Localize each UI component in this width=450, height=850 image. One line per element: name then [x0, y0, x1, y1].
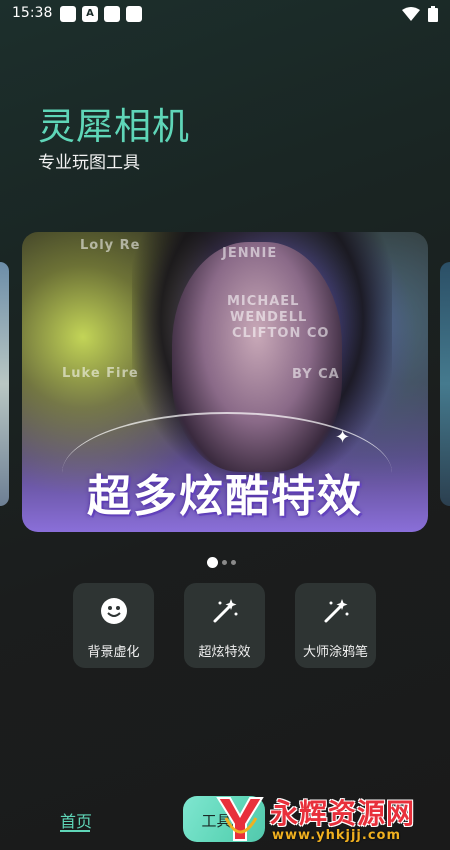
pagination-dot[interactable]: [222, 560, 227, 565]
watermark-title: 永辉资源网: [270, 797, 416, 830]
feature-master-doodle[interactable]: 大师涂鸦笔: [295, 583, 376, 668]
status-left-icons: A: [60, 6, 142, 22]
watermark: 永辉资源网 www.yhkjjj.com: [212, 790, 444, 848]
banner-overlay-text: CLIFTON CO: [232, 326, 330, 341]
feature-label: 大师涂鸦笔: [302, 645, 368, 660]
status-time: 15:38: [12, 5, 53, 21]
watermark-url: www.yhkjjj.com: [272, 828, 402, 843]
magic-wand-icon: [213, 599, 238, 623]
banner-overlay-text: Luke Fire: [62, 366, 139, 381]
pagination-dot-active[interactable]: [207, 557, 218, 568]
status-right-icons: [402, 6, 438, 22]
feature-background-blur[interactable]: 背景虚化: [73, 583, 154, 668]
feature-label: 背景虚化: [87, 645, 140, 660]
notification-icon: [104, 6, 120, 22]
smiley-face-icon: [101, 598, 127, 624]
battery-icon: [428, 6, 438, 22]
magic-wand-icon: [324, 599, 349, 623]
status-bar: 15:38 A: [0, 0, 450, 30]
watermark-logo-icon: [216, 797, 264, 841]
feature-cool-effects[interactable]: 超炫特效: [184, 583, 265, 668]
carousel-pagination: [207, 557, 236, 568]
carousel-next-card[interactable]: [440, 262, 450, 506]
font-icon: A: [82, 6, 98, 22]
app-title: 灵犀相机: [38, 105, 190, 148]
feature-grid: 背景虚化 超炫特效 大师涂鸦笔: [73, 583, 376, 668]
app-subtitle: 专业玩图工具: [38, 153, 140, 173]
banner-card[interactable]: MICHAEL WENDELL CLIFTON CO JENNIE BY CA …: [22, 232, 428, 532]
notification-icon: [60, 6, 76, 22]
banner-caption: 超多炫酷特效: [87, 471, 363, 522]
sparkle-icon: ✦: [335, 427, 351, 448]
banner-overlay-text: Loly Re: [80, 238, 141, 253]
feature-label: 超炫特效: [198, 645, 251, 660]
banner-overlay-text: MICHAEL: [227, 294, 300, 309]
banner-overlay-text: WENDELL: [230, 310, 308, 325]
banner-overlay-text: JENNIE: [222, 246, 278, 261]
nav-home-tab[interactable]: 首页: [60, 808, 92, 832]
pagination-dot[interactable]: [231, 560, 236, 565]
nav-home-indicator: [60, 830, 90, 832]
carousel-prev-card[interactable]: [0, 262, 9, 506]
banner-overlay-text: BY CA: [292, 367, 340, 382]
notification-icon: [126, 6, 142, 22]
wifi-icon: [402, 7, 420, 21]
